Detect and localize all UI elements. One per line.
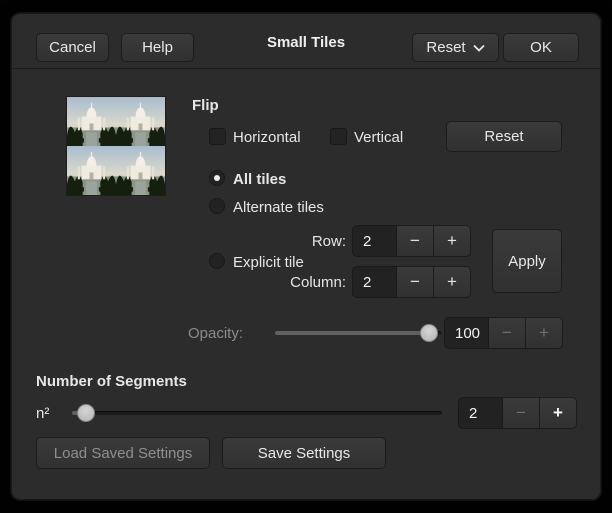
- minus-icon: −: [516, 403, 526, 423]
- segments-increment-button[interactable]: +: [540, 397, 577, 429]
- reset-dropdown-button[interactable]: Reset: [412, 33, 499, 62]
- cancel-button[interactable]: Cancel: [36, 33, 109, 62]
- minus-icon: −: [410, 272, 420, 292]
- opacity-slider[interactable]: [275, 317, 441, 349]
- all-tiles-label[interactable]: All tiles: [233, 171, 286, 188]
- preview-tile: [116, 146, 165, 195]
- row-value-field[interactable]: 2: [352, 225, 397, 257]
- explicit-tile-label[interactable]: Explicit tile: [233, 254, 304, 271]
- flip-heading: Flip: [192, 97, 219, 114]
- row-spinner: 2 − +: [352, 225, 471, 257]
- explicit-tile-radio[interactable]: [209, 253, 225, 269]
- opacity-value-field[interactable]: 100: [444, 317, 489, 349]
- opacity-slider-handle[interactable]: [420, 324, 438, 342]
- column-label: Column:: [272, 274, 346, 291]
- plus-icon: +: [447, 231, 457, 251]
- opacity-slider-track: [275, 331, 441, 335]
- opacity-increment-button[interactable]: +: [526, 317, 563, 349]
- row-increment-button[interactable]: +: [434, 225, 471, 257]
- preview-tile: [67, 146, 116, 195]
- preview-tile: [116, 97, 165, 146]
- preview-defs: [67, 97, 116, 146]
- alternate-tiles-label[interactable]: Alternate tiles: [233, 199, 324, 216]
- vertical-checkbox[interactable]: [330, 128, 347, 145]
- dialog-header: Cancel Help Small Tiles Reset OK: [12, 14, 600, 69]
- horizontal-checkbox[interactable]: [209, 128, 226, 145]
- column-decrement-button[interactable]: −: [397, 266, 434, 298]
- segments-slider-track: [72, 411, 442, 415]
- alternate-tiles-radio[interactable]: [209, 198, 225, 214]
- segments-decrement-button[interactable]: −: [503, 397, 540, 429]
- opacity-spinner: 100 − +: [444, 317, 563, 349]
- segments-spinner: 2 − +: [458, 397, 577, 429]
- column-value-field[interactable]: 2: [352, 266, 397, 298]
- segments-value-field[interactable]: 2: [458, 397, 503, 429]
- apply-button[interactable]: Apply: [492, 229, 562, 293]
- plus-icon: +: [447, 272, 457, 292]
- minus-icon: −: [502, 323, 512, 343]
- plus-icon: +: [553, 403, 563, 423]
- reset-dropdown-label: Reset: [426, 39, 465, 56]
- segments-slider[interactable]: [72, 397, 442, 429]
- load-saved-settings-button[interactable]: Load Saved Settings: [36, 437, 210, 469]
- row-decrement-button[interactable]: −: [397, 225, 434, 257]
- segments-heading: Number of Segments: [36, 373, 187, 390]
- vertical-checkbox-label[interactable]: Vertical: [354, 129, 403, 146]
- column-increment-button[interactable]: +: [434, 266, 471, 298]
- plus-icon: +: [539, 323, 549, 343]
- segments-param-label: n²: [36, 405, 49, 422]
- help-button[interactable]: Help: [121, 33, 194, 62]
- opacity-slider-fill: [275, 331, 430, 335]
- segments-slider-handle[interactable]: [77, 404, 95, 422]
- flip-reset-button[interactable]: Reset: [446, 121, 562, 152]
- save-settings-button[interactable]: Save Settings: [222, 437, 386, 469]
- opacity-decrement-button[interactable]: −: [489, 317, 526, 349]
- preview-image: [66, 96, 166, 196]
- column-spinner: 2 − +: [352, 266, 471, 298]
- row-label: Row:: [282, 233, 346, 250]
- minus-icon: −: [410, 231, 420, 251]
- ok-button[interactable]: OK: [503, 33, 579, 62]
- opacity-label: Opacity:: [162, 325, 243, 342]
- small-tiles-dialog: Cancel Help Small Tiles Reset OK: [11, 13, 601, 500]
- all-tiles-radio[interactable]: [209, 170, 225, 186]
- horizontal-checkbox-label[interactable]: Horizontal: [233, 129, 301, 146]
- chevron-down-icon: [473, 44, 485, 52]
